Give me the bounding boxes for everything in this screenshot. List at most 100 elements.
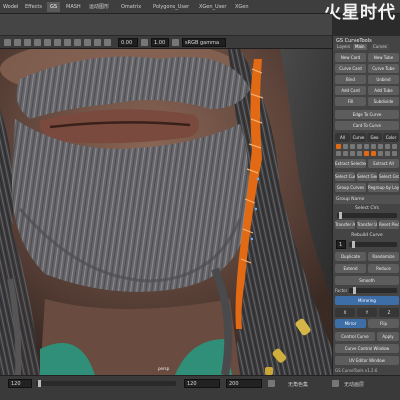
duplicate-button[interactable]: Duplicate	[335, 252, 366, 261]
filter-all-button[interactable]: All	[335, 133, 350, 142]
transfer-uvs-button[interactable]: Transfer UVs	[357, 220, 377, 229]
select-curve-button[interactable]: Select Curve	[335, 172, 355, 181]
shadow-icon[interactable]	[74, 39, 81, 46]
group-curves-button[interactable]: Group Curves	[335, 183, 366, 192]
layer-color-swatch[interactable]	[364, 151, 369, 156]
gamma-field[interactable]: 1.00	[151, 38, 169, 47]
character-set-label[interactable]: 无角色集	[288, 381, 308, 388]
camera-icon[interactable]	[14, 39, 21, 46]
curve-control-window-button[interactable]: Curve Control Window	[335, 344, 399, 353]
layer-color-swatch[interactable]	[336, 151, 341, 156]
layer-color-swatch[interactable]	[392, 144, 397, 149]
axis-z-button[interactable]: Z	[379, 308, 399, 317]
layer-color-swatch[interactable]	[343, 144, 348, 149]
uv-editor-window-button[interactable]: UV Editor Window	[335, 356, 399, 365]
axis-y-button[interactable]: Y	[357, 308, 377, 317]
wireframe-icon[interactable]	[34, 39, 41, 46]
flip-button[interactable]: Flip	[368, 319, 399, 328]
panel-menu-icon[interactable]	[4, 39, 11, 46]
add-card-button[interactable]: Add Card	[335, 86, 366, 95]
filter-color-button[interactable]: Color	[383, 133, 399, 142]
control-curve-button[interactable]: Control Curve	[335, 332, 375, 341]
reduce-button[interactable]: Reduce	[368, 264, 399, 273]
card-to-curve-button[interactable]: Card To Curve	[335, 121, 399, 130]
shelf-tab-motion-graphics[interactable]: 运动图形	[86, 2, 112, 12]
playback-options-icon[interactable]	[268, 380, 275, 387]
subdivide-button[interactable]: Subdivide	[368, 97, 399, 106]
anim-layer-label[interactable]: 无动画层	[344, 381, 364, 388]
layer-color-swatch[interactable]	[392, 151, 397, 156]
apply-button[interactable]: Apply	[377, 332, 399, 341]
unbind-button[interactable]: Unbind	[368, 75, 399, 84]
add-tube-button[interactable]: Add Tube	[368, 86, 399, 95]
randomize-button[interactable]: Randomize	[368, 252, 399, 261]
grid-icon[interactable]	[24, 39, 31, 46]
transfer-attr-button[interactable]: Transfer Attr	[335, 220, 355, 229]
shelf-tab-polygons-user[interactable]: Polygons_User	[150, 2, 192, 12]
colorspace-select[interactable]: sRGB gamma	[182, 38, 226, 47]
range-end-field[interactable]: 120	[184, 379, 220, 388]
select-cvs-slider[interactable]	[337, 212, 397, 219]
new-tube-button[interactable]: New Tube	[368, 53, 399, 62]
layer-color-swatch[interactable]	[378, 144, 383, 149]
shelf-tab-effects[interactable]: Effects	[22, 2, 45, 12]
shelf-tab-xgen[interactable]: XGen	[232, 2, 252, 12]
layer-color-swatch[interactable]	[371, 151, 376, 156]
layer-color-swatch[interactable]	[336, 144, 341, 149]
exposure-icon[interactable]	[141, 39, 148, 46]
extend-button[interactable]: Extend	[335, 264, 366, 273]
extract-all-button[interactable]: Extract All	[368, 159, 399, 168]
mirroring-button[interactable]: Mirroring	[335, 296, 399, 305]
shelf-tab-omatrix[interactable]: Omatrix	[118, 2, 144, 12]
shelf-tab-xgen-user[interactable]: XGen_User	[196, 2, 229, 12]
layer-color-swatch[interactable]	[385, 144, 390, 149]
viewport[interactable]	[0, 49, 332, 375]
range-end-field-2[interactable]: 200	[226, 379, 262, 388]
color-management-icon[interactable]	[172, 39, 179, 46]
shelf-tab-mash[interactable]: MASH	[63, 2, 84, 12]
smooth-button[interactable]: Smooth	[335, 276, 399, 285]
filter-curve-button[interactable]: Curve	[351, 133, 366, 142]
layer-color-swatch[interactable]	[357, 151, 362, 156]
layer-color-swatch[interactable]	[371, 144, 376, 149]
extract-selected-button[interactable]: Extract Selected	[335, 159, 366, 168]
isolate-icon[interactable]	[94, 39, 101, 46]
curve-tube-button[interactable]: Curve Tube	[368, 64, 399, 73]
lighting-icon[interactable]	[64, 39, 71, 46]
layer-color-swatch[interactable]	[385, 151, 390, 156]
shelf-tab-gs[interactable]: GS	[47, 2, 61, 12]
tab-layers[interactable]: Layers	[335, 44, 353, 50]
current-frame-field[interactable]: 120	[8, 379, 32, 388]
curve-card-button[interactable]: Curve Card	[335, 64, 366, 73]
tab-main[interactable]: Main	[353, 44, 367, 50]
mirror-button[interactable]: Mirror	[335, 319, 366, 328]
layer-color-swatch[interactable]	[357, 144, 362, 149]
group-name-field[interactable]: Group Name	[334, 195, 400, 204]
hud-icon[interactable]	[104, 39, 111, 46]
layer-color-swatch[interactable]	[350, 144, 355, 149]
layer-color-swatch[interactable]	[350, 151, 355, 156]
tab-curves[interactable]: Curves	[371, 44, 389, 50]
layer-color-swatch[interactable]	[364, 144, 369, 149]
layer-color-swatch[interactable]	[378, 151, 383, 156]
filter-geo-button[interactable]: Geo	[367, 133, 382, 142]
texture-icon[interactable]	[54, 39, 61, 46]
rebuild-value-field[interactable]: 1	[336, 240, 346, 249]
xray-icon[interactable]	[84, 39, 91, 46]
select-geo-button[interactable]: Select Geo	[357, 172, 377, 181]
near-clip-field[interactable]: 0.00	[118, 38, 138, 47]
select-group-button[interactable]: Select Group	[379, 172, 399, 181]
edge-to-curve-button[interactable]: Edge To Curve	[335, 110, 399, 119]
range-slider[interactable]	[36, 380, 176, 387]
rebuild-slider[interactable]	[349, 241, 397, 248]
factor-slider[interactable]	[349, 287, 397, 294]
shelf-tab-wodel[interactable]: Wodel	[0, 2, 21, 12]
regroup-by-layer-button[interactable]: Regroup by Layer	[368, 183, 399, 192]
reset-pivot-button[interactable]: Reset Pivot	[379, 220, 399, 229]
key-icon[interactable]	[332, 380, 339, 387]
new-card-button[interactable]: New Card	[335, 53, 366, 62]
smooth-shade-icon[interactable]	[44, 39, 51, 46]
axis-x-button[interactable]: X	[335, 308, 355, 317]
fill-button[interactable]: Fill	[335, 97, 366, 106]
bind-button[interactable]: Bind	[335, 75, 366, 84]
